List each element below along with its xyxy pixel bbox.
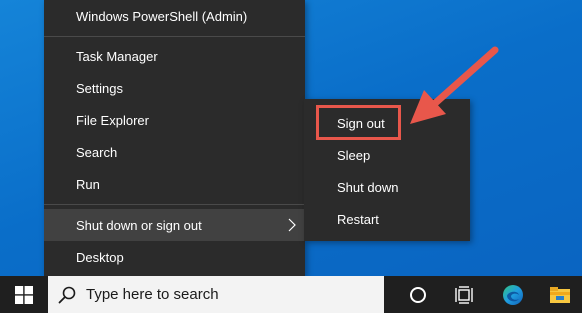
menu-item-search[interactable]: Search bbox=[44, 136, 305, 168]
taskbar-search-box[interactable]: Type here to search bbox=[48, 276, 384, 313]
menu-item-label: Settings bbox=[76, 80, 123, 96]
chevron-right-icon bbox=[288, 218, 296, 232]
menu-divider bbox=[44, 36, 305, 37]
winx-context-menu: Windows PowerShell (Admin) Task Manager … bbox=[44, 0, 305, 276]
menu-item-label: Run bbox=[76, 176, 100, 192]
submenu-item-label: Sleep bbox=[337, 147, 371, 163]
edge-icon bbox=[503, 284, 523, 305]
submenu-item-restart[interactable]: Restart bbox=[304, 203, 470, 235]
submenu-item-label: Restart bbox=[337, 211, 379, 227]
menu-item-label: Shut down or sign out bbox=[76, 217, 202, 233]
taskbar: Type here to search bbox=[0, 276, 582, 313]
task-view-button[interactable] bbox=[442, 276, 486, 313]
search-icon-container bbox=[48, 276, 86, 313]
cortana-button[interactable] bbox=[396, 276, 440, 313]
desktop: Windows PowerShell (Admin) Task Manager … bbox=[0, 0, 582, 313]
submenu-item-shut-down[interactable]: Shut down bbox=[304, 171, 470, 203]
start-button[interactable] bbox=[0, 276, 48, 313]
submenu-item-sleep[interactable]: Sleep bbox=[304, 139, 470, 171]
menu-item-label: File Explorer bbox=[76, 112, 149, 128]
menu-item-run[interactable]: Run bbox=[44, 168, 305, 200]
search-placeholder: Type here to search bbox=[86, 286, 219, 303]
edge-button[interactable] bbox=[491, 276, 535, 313]
menu-item-desktop[interactable]: Desktop bbox=[44, 241, 305, 273]
submenu-item-label: Shut down bbox=[337, 179, 399, 195]
windows-start-icon bbox=[15, 285, 33, 304]
submenu-item-label: Sign out bbox=[337, 115, 385, 131]
menu-item-task-manager[interactable]: Task Manager bbox=[44, 40, 305, 72]
search-icon bbox=[58, 286, 76, 303]
menu-item-label: Search bbox=[76, 144, 118, 160]
file-explorer-button[interactable] bbox=[538, 276, 582, 313]
cortana-icon bbox=[410, 286, 426, 303]
menu-item-label: Task Manager bbox=[76, 48, 158, 64]
menu-item-label: Windows PowerShell (Admin) bbox=[76, 8, 248, 24]
annotation-arrow-icon bbox=[410, 46, 499, 124]
file-explorer-icon bbox=[550, 286, 570, 303]
menu-item-label: Desktop bbox=[76, 249, 124, 265]
menu-item-file-explorer[interactable]: File Explorer bbox=[44, 104, 305, 136]
menu-item-shut-down-or-sign-out[interactable]: Shut down or sign out bbox=[44, 209, 305, 241]
task-view-icon bbox=[455, 285, 473, 304]
menu-divider bbox=[44, 204, 305, 205]
menu-item-settings[interactable]: Settings bbox=[44, 72, 305, 104]
menu-item-powershell-admin[interactable]: Windows PowerShell (Admin) bbox=[44, 0, 305, 32]
